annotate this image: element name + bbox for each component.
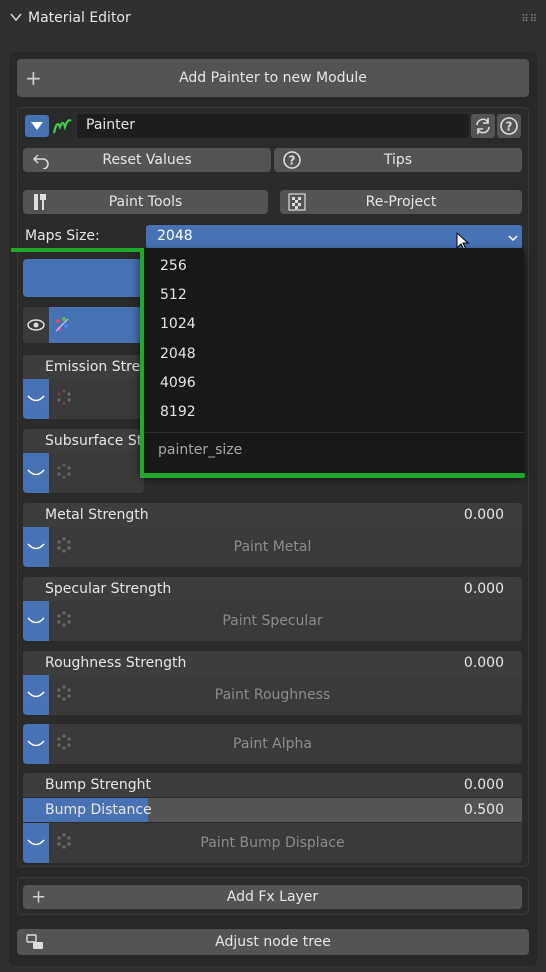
chevron-down-icon (27, 469, 45, 476)
paint-tools-label: Paint Tools (108, 194, 183, 210)
emission-paint-row[interactable] (23, 379, 144, 419)
color-swatch[interactable] (23, 259, 144, 297)
paint-roughness-button[interactable]: Paint Roughness (23, 675, 522, 715)
add-fx-layer-button[interactable]: + Add Fx Layer (23, 885, 522, 909)
metal-strength-slider[interactable]: Metal Strength 0.000 (23, 503, 522, 527)
plus-icon: + (31, 886, 47, 908)
chevron-down-icon[interactable] (9, 10, 23, 24)
add-fx-layer-label: Add Fx Layer (226, 889, 319, 905)
subsurface-brush-icon (54, 461, 74, 485)
subsurface-strength-label: Subsurface St (45, 433, 143, 449)
emission-strength-label: Emission Stre (45, 359, 141, 375)
paint-roughness-label: Paint Roughness (214, 687, 331, 703)
paint-alpha-button[interactable]: Paint Alpha (23, 724, 522, 764)
adjust-node-tree-button[interactable]: Adjust node tree (17, 929, 529, 955)
tools-icon (31, 192, 53, 212)
painter-node-icon (49, 115, 75, 137)
svg-text:?: ? (289, 154, 296, 168)
bump-distance-slider[interactable]: Bump Distance 0.500 (23, 798, 522, 822)
brush-icon (55, 317, 69, 332)
metal-strength-value: 0.000 (463, 507, 504, 523)
subsurface-expand-toggle[interactable] (23, 453, 49, 493)
dropdown-option-2048[interactable]: 2048 (160, 346, 196, 362)
re-project-button[interactable]: Re-Project (280, 190, 522, 214)
module-name-field[interactable]: Painter (77, 114, 469, 138)
metal-strength-label: Metal Strength (45, 507, 149, 523)
svg-text:?: ? (506, 120, 513, 134)
paint-specular-label: Paint Specular (222, 613, 323, 629)
roughness-strength-slider[interactable]: Roughness Strength 0.000 (23, 651, 522, 675)
bump-strength-label: Bump Strenght (45, 777, 152, 793)
maps-size-dropdown-menu: 256 512 1024 2048 4096 8192 painter_size (140, 248, 524, 474)
visibility-toggle[interactable] (23, 307, 49, 343)
paint-metal-button[interactable]: Paint Metal (23, 527, 522, 567)
roughness-strength-label: Roughness Strength (45, 655, 187, 671)
refresh-icon (476, 118, 490, 134)
help-button[interactable]: ? (497, 114, 521, 138)
tips-label: Tips (383, 152, 413, 168)
base-color-paint-button[interactable] (49, 307, 144, 343)
maps-size-label: Maps Size: (25, 228, 100, 244)
panel-title: Material Editor (28, 10, 131, 26)
reset-values-button[interactable]: Reset Values (23, 148, 271, 172)
dropdown-property-name: painter_size (158, 442, 243, 458)
bump-strength-value: 0.000 (463, 777, 504, 793)
dropdown-option-8192[interactable]: 8192 (160, 404, 196, 420)
add-painter-label: Add Painter to new Module (179, 70, 367, 86)
paint-specular-button[interactable]: Paint Specular (23, 601, 522, 641)
eye-icon (27, 319, 45, 331)
add-painter-button[interactable]: + Add Painter to new Module (17, 59, 529, 97)
paint-bump-displace-button[interactable]: Paint Bump Displace (23, 823, 522, 863)
help-icon: ? (500, 117, 518, 135)
paint-tools-button[interactable]: Paint Tools (23, 190, 268, 214)
adjust-node-tree-label: Adjust node tree (215, 934, 331, 950)
paint-bump-displace-label: Paint Bump Displace (200, 835, 345, 851)
module-name: Painter (86, 117, 136, 133)
emission-expand-toggle[interactable] (23, 379, 49, 419)
plus-icon: + (25, 66, 42, 90)
paint-alpha-label: Paint Alpha (233, 736, 312, 752)
dropdown-option-512[interactable]: 512 (160, 287, 187, 303)
specular-strength-label: Specular Strength (45, 581, 172, 597)
help-icon: ? (282, 150, 302, 170)
checker-icon (288, 193, 306, 211)
highlight-line-bottom (140, 473, 525, 478)
panel-header[interactable]: Material Editor ⠿⠿ (0, 0, 546, 40)
specular-strength-slider[interactable]: Specular Strength 0.000 (23, 577, 522, 601)
paint-metal-label: Paint Metal (233, 539, 312, 555)
emission-brush-icon (54, 387, 74, 411)
dropdown-option-256[interactable]: 256 (160, 258, 187, 274)
highlight-line-top (11, 248, 144, 252)
reset-values-label: Reset Values (102, 152, 192, 168)
triangle-down-icon (31, 122, 43, 130)
drag-grip-icon[interactable]: ⠿⠿ (521, 14, 538, 25)
highlight-line-left (140, 248, 144, 478)
dropdown-option-1024[interactable]: 1024 (160, 316, 196, 332)
module-collapse-toggle[interactable] (25, 115, 49, 137)
dropdown-separator (140, 432, 524, 433)
chevron-down-icon (27, 395, 45, 402)
specular-strength-value: 0.000 (463, 581, 504, 597)
subsurface-strength-header[interactable]: Subsurface St (23, 429, 144, 453)
chevron-down-icon (508, 235, 518, 242)
roughness-strength-value: 0.000 (463, 655, 504, 671)
bump-distance-value: 0.500 (463, 802, 504, 818)
refresh-button[interactable] (471, 114, 495, 138)
emission-strength-header[interactable]: Emission Stre (23, 355, 144, 379)
undo-icon (31, 151, 51, 169)
tips-button[interactable]: ? Tips (274, 148, 522, 172)
node-tree-icon (25, 933, 45, 951)
dropdown-option-4096[interactable]: 4096 (160, 375, 196, 391)
re-project-label: Re-Project (365, 194, 437, 210)
subsurface-paint-row[interactable] (23, 453, 144, 493)
bump-distance-label: Bump Distance (45, 802, 152, 818)
maps-size-value: 2048 (157, 228, 193, 244)
bump-strength-slider[interactable]: Bump Strenght 0.000 (23, 773, 522, 797)
